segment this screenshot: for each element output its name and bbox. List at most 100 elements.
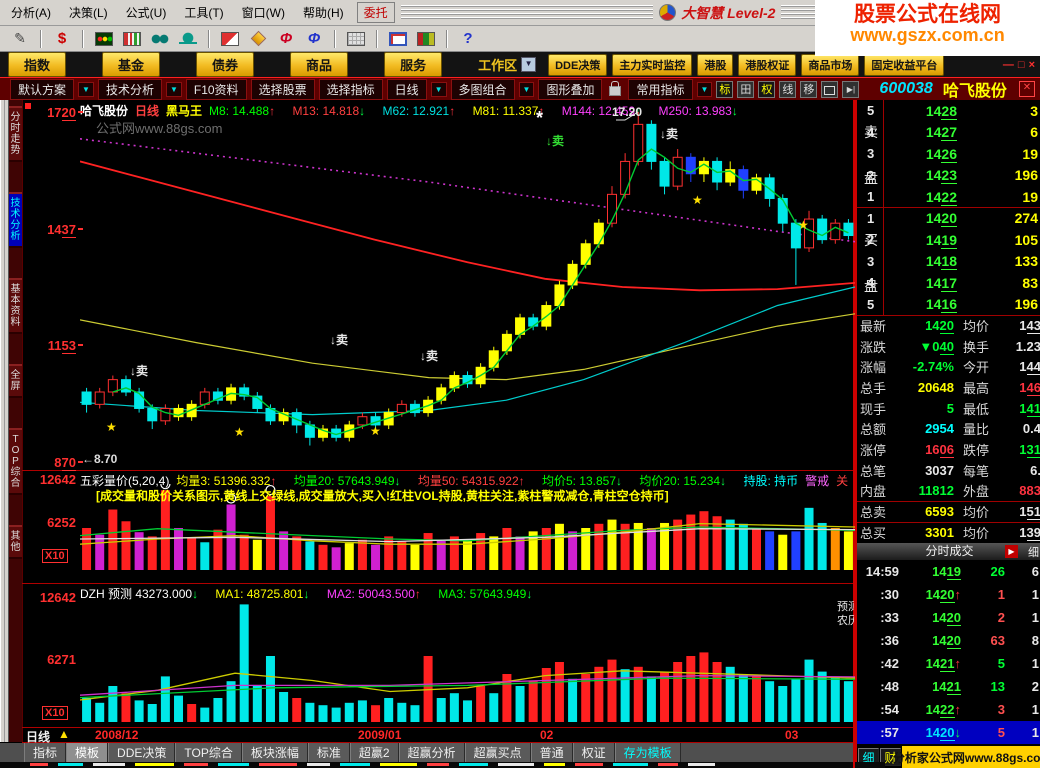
bottom-tab-板块涨幅[interactable]: 板块涨幅 xyxy=(241,743,308,762)
traffic-light-icon[interactable] xyxy=(92,29,116,49)
market-tab-债券[interactable]: 债券 xyxy=(196,52,255,77)
sidebar-tab-其他[interactable]: 其他 xyxy=(9,525,22,559)
bottom-tab-DDE决策[interactable]: DDE决策 xyxy=(108,743,176,762)
scheme-selector-dropdown-icon[interactable]: ▼ xyxy=(78,81,94,97)
next-page-button[interactable]: ▶| xyxy=(842,80,860,98)
footer-ad-banner[interactable]: 分析家公式网www.88gs.com xyxy=(893,746,1040,768)
flag-question-icon[interactable] xyxy=(218,29,242,49)
analysis-mode-button-dropdown-icon[interactable]: ▼ xyxy=(165,81,182,97)
sidebar-tab-基本资料[interactable]: 基本资料 xyxy=(9,278,22,334)
overlay-button[interactable]: 图形叠加 xyxy=(538,78,603,100)
tape-row-48[interactable]: :48 1421 13 2 xyxy=(857,675,1040,698)
menu-item-5[interactable]: 帮助(H) xyxy=(294,1,353,24)
mini-button-权[interactable]: 权 xyxy=(758,80,776,98)
orderbook-row-sell-3[interactable]: 3 1426 19 xyxy=(857,143,1040,165)
multi-chart-button-dropdown-icon[interactable]: ▼ xyxy=(518,81,535,97)
f10-button[interactable]: F10资料 xyxy=(185,78,247,100)
bottom-tab-指标[interactable]: 指标 xyxy=(24,743,67,762)
lock-icon[interactable] xyxy=(609,81,622,96)
orderbook-row-sell-5[interactable]: 5 1428 3 xyxy=(857,100,1040,122)
mini-button-田[interactable]: 田 xyxy=(737,80,755,98)
orderbook-row-sell-1[interactable]: 1 1422 19 xyxy=(857,186,1040,208)
bottom-tab-超赢2[interactable]: 超赢2 xyxy=(349,743,399,762)
menu-item-4[interactable]: 窗口(W) xyxy=(233,1,294,24)
bottom-tab-普通[interactable]: 普通 xyxy=(530,743,573,762)
pick-stock-button[interactable]: 选择股票 xyxy=(250,78,315,100)
keyboard-icon[interactable] xyxy=(344,29,368,49)
minimize-button[interactable]: — xyxy=(1003,59,1014,71)
workspace-dropdown-icon[interactable]: ▼ xyxy=(521,57,537,72)
binoculars-icon[interactable] xyxy=(148,29,172,49)
period-selector[interactable]: 日线 xyxy=(386,78,427,100)
sidebar-tab-TOP综合[interactable]: TOP综合 xyxy=(9,428,22,495)
vol2-chart[interactable] xyxy=(80,600,855,722)
tape-row-30[interactable]: :30 1420↑ 1 1 xyxy=(857,583,1040,606)
tape-row-57[interactable]: :57 1420↓ 5 1 xyxy=(857,721,1040,744)
tape-row-33[interactable]: :33 1420 2 1 xyxy=(857,606,1040,629)
market-tab-DDE决策[interactable]: DDE决策 xyxy=(548,53,608,76)
bottom-tab-模板[interactable]: 模板 xyxy=(66,743,109,762)
bottom-tab-存为模板[interactable]: 存为模板 xyxy=(614,743,681,762)
workspace-selector[interactable]: 工作区 ▼ xyxy=(478,55,537,74)
sidebar-tab-全屏[interactable]: 全屏 xyxy=(9,364,22,398)
orderbook-row-sell-4[interactable]: 4 1427 6 xyxy=(857,122,1040,144)
orderbook-row-buy-3[interactable]: 3 1418 133 xyxy=(857,251,1040,273)
orderbook-row-buy-2[interactable]: 2 1419 105 xyxy=(857,229,1040,251)
monitor-icon[interactable] xyxy=(386,29,410,49)
mini-button-移[interactable]: 移 xyxy=(800,80,818,98)
bottom-tab-TOP综合[interactable]: TOP综合 xyxy=(175,743,242,762)
market-tab-主力实时监控[interactable]: 主力实时监控 xyxy=(612,53,693,76)
market-tab-港股[interactable]: 港股 xyxy=(697,53,734,76)
close-button[interactable]: × xyxy=(1029,59,1035,71)
menu-item-2[interactable]: 公式(U) xyxy=(117,1,176,24)
mini-button-线[interactable]: 线 xyxy=(779,80,797,98)
tape-expand-button[interactable]: ▶ xyxy=(1005,545,1018,558)
sidebar-tab-技术分析[interactable]: 技术分析 xyxy=(9,192,22,248)
bell-icon[interactable] xyxy=(176,29,200,49)
diamond-icon[interactable] xyxy=(246,29,270,49)
pencil-icon[interactable]: ✎ xyxy=(8,29,32,49)
tape-row-36[interactable]: :36 1420 63 8 xyxy=(857,629,1040,652)
orderbook-row-buy-4[interactable]: 4 1417 83 xyxy=(857,272,1040,294)
restore-button[interactable]: □ xyxy=(1018,59,1025,71)
watermark-ad[interactable]: 股票公式在线网 www.gszx.com.cn xyxy=(815,0,1040,56)
sidebar-tab-分时走势[interactable]: 分时走势 xyxy=(9,106,22,162)
common-indicators-selector[interactable]: 常用指标 xyxy=(628,78,693,100)
market-tab-基金[interactable]: 基金 xyxy=(102,52,161,77)
market-tab-商品[interactable]: 商品 xyxy=(290,52,349,77)
dollar-icon[interactable]: $ xyxy=(50,29,74,49)
market-tab-指数[interactable]: 指数 xyxy=(8,52,67,77)
menu-item-0[interactable]: 分析(A) xyxy=(2,1,60,24)
orderbook-row-buy-5[interactable]: 5 1416 196 xyxy=(857,294,1040,316)
bottom-tab-超赢分析[interactable]: 超赢分析 xyxy=(398,743,465,762)
period-selector-dropdown-icon[interactable]: ▼ xyxy=(430,81,447,97)
tape-row-1459[interactable]: 14:59 1419 26 6 xyxy=(857,560,1040,583)
books-icon[interactable] xyxy=(414,29,438,49)
orderbook-row-buy-1[interactable]: 1 1420 274 xyxy=(857,208,1040,230)
pane-close-button[interactable]: ✕ xyxy=(1019,81,1035,97)
market-tab-服务[interactable]: 服务 xyxy=(384,52,443,77)
phi-red-icon[interactable]: Φ xyxy=(274,29,298,49)
screen-split-button[interactable] xyxy=(821,80,839,98)
market-tab-商品市场[interactable]: 商品市场 xyxy=(801,53,860,76)
menu-item-3[interactable]: 工具(T) xyxy=(175,1,232,24)
market-tab-港股权证[interactable]: 港股权证 xyxy=(738,53,797,76)
menu-item-1[interactable]: 决策(L) xyxy=(60,1,117,24)
common-indicators-selector-dropdown-icon[interactable]: ▼ xyxy=(696,81,713,97)
toolbar-grip[interactable] xyxy=(400,5,654,20)
tape-row-54[interactable]: :54 1422↑ 3 1 xyxy=(857,698,1040,721)
analysis-mode-button[interactable]: 技术分析 xyxy=(97,78,162,100)
mini-button-标[interactable]: 标 xyxy=(716,80,734,98)
bottom-tab-权证[interactable]: 权证 xyxy=(572,743,615,762)
market-tab-固定收益平台[interactable]: 固定收益平台 xyxy=(864,53,945,76)
menu-item-weituo[interactable]: 委托 xyxy=(356,2,395,23)
left-splitter[interactable] xyxy=(0,100,9,742)
scheme-selector[interactable]: 默认方案 xyxy=(10,78,75,100)
bottom-tab-超赢买点[interactable]: 超赢买点 xyxy=(464,743,531,762)
tape-row-42[interactable]: :42 1421↑ 5 1 xyxy=(857,652,1040,675)
multi-chart-button[interactable]: 多图组合 xyxy=(450,78,515,100)
orderbook-row-sell-2[interactable]: 2 1423 196 xyxy=(857,165,1040,187)
phi-blue-icon[interactable]: Φ xyxy=(302,29,326,49)
pick-indicator-button[interactable]: 选择指标 xyxy=(318,78,383,100)
color-bars-icon[interactable] xyxy=(120,29,144,49)
